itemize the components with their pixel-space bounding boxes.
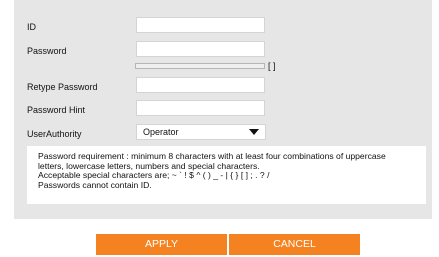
- user-settings-panel: ID Password [ ] Retype Password Password…: [14, 0, 432, 219]
- id-row: ID: [14, 17, 432, 37]
- password-hint-row: Password Hint: [14, 100, 432, 120]
- id-input[interactable]: [136, 17, 265, 33]
- password-strength-bar: [135, 63, 265, 69]
- password-requirements-box: Password requirement : minimum 8 charact…: [27, 146, 426, 204]
- password-label: Password: [27, 46, 67, 56]
- cancel-button[interactable]: CANCEL: [229, 234, 360, 255]
- password-hint-label: Password Hint: [27, 105, 86, 115]
- password-strength-indicator: [ ]: [268, 61, 276, 71]
- password-row: Password: [14, 41, 432, 61]
- user-authority-select[interactable]: Operator: [136, 124, 266, 140]
- user-authority-value: Operator: [143, 127, 179, 137]
- chevron-down-icon[interactable]: [249, 129, 259, 135]
- user-authority-label: UserAuthority: [27, 129, 82, 139]
- id-label: ID: [27, 22, 36, 32]
- retype-password-label: Retype Password: [27, 82, 98, 92]
- apply-button[interactable]: APPLY: [96, 234, 227, 255]
- password-input[interactable]: [136, 41, 265, 57]
- retype-password-row: Retype Password: [14, 77, 432, 97]
- retype-password-input[interactable]: [136, 77, 265, 93]
- password-hint-input[interactable]: [136, 100, 265, 116]
- requirement-line-4: Passwords cannot contain ID.: [38, 179, 152, 190]
